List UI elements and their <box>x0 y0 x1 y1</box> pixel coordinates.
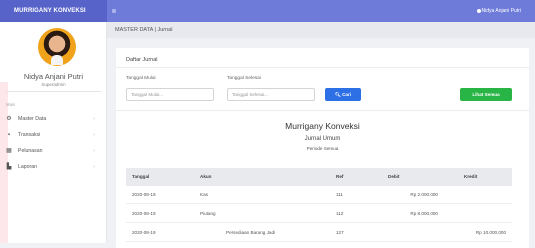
cell-credit: Rp 10.000.000 <box>475 230 506 235</box>
cell-ref: 127 <box>336 230 344 235</box>
divider <box>6 91 101 92</box>
brand-logo[interactable]: MURRIGANY KONVEKSI <box>0 0 107 22</box>
gear-icon: ⚙ <box>6 116 12 122</box>
user-menu[interactable]: Nidya Anjani Putri <box>476 0 521 22</box>
cell-ref: 112 <box>336 211 344 216</box>
profile-name: Nidya Anjani Putri <box>23 72 84 81</box>
avatar <box>38 28 76 66</box>
search-icon: 🔍︎ <box>334 91 343 97</box>
end-date-input[interactable] <box>227 88 315 101</box>
sidebar-item-master-data[interactable]: ⚙ Master Data › <box>6 111 101 127</box>
column-header-ref: Ref <box>336 174 344 179</box>
chevron-right-icon: › <box>93 132 95 138</box>
grid-icon: ▦ <box>6 148 12 154</box>
cell-account: Piutang <box>200 211 216 216</box>
user-icon <box>476 8 481 13</box>
column-header-debit: Debit <box>388 174 400 179</box>
table-header: Tanggal Akun Ref Debit Kredit <box>126 168 512 186</box>
sidebar-menu: ⚙ Master Data › ▪ Transaksi › ▦ Pelunasa… <box>6 111 101 175</box>
sidebar-item-label: Laporan <box>18 164 38 170</box>
top-navbar: MURRIGANY KONVEKSI Nidya Anjani Putri <box>0 0 535 22</box>
sidebar-toggle-icon[interactable] <box>112 9 116 13</box>
report-period: Periode Semua <box>306 146 339 151</box>
sidebar-item-label: Pelunasan <box>18 148 43 154</box>
table-row: 2020-08-19 Persediaan Barang Jadi 127 Rp… <box>126 224 512 242</box>
table-row: 2020-08-19 Piutang 112 Rp 8.000.000 <box>126 205 512 223</box>
end-date-label: Tanggal Selesai <box>227 76 261 81</box>
report-company: Murrigany Konveksi <box>285 121 360 131</box>
briefcase-icon: ▪ <box>7 132 11 138</box>
cell-account: Persediaan Barang Jadi <box>226 230 276 235</box>
divider <box>116 110 529 111</box>
user-menu-name: Nidya Anjani Putri <box>481 8 521 14</box>
chevron-right-icon: › <box>93 148 95 154</box>
sidebar-item-label: Transaksi <box>18 132 41 138</box>
search-button[interactable]: 🔍︎ Cari <box>325 88 361 101</box>
sidebar-section-label: Main <box>6 102 16 107</box>
column-header-tanggal: Tanggal <box>132 174 150 179</box>
search-button-label: Cari <box>342 91 352 97</box>
document-icon: ▙ <box>6 164 12 170</box>
table-row: 2020-08-19 Kas 111 Rp 2.000.000 <box>126 186 512 204</box>
breadcrumb: MASTER DATA | Jurnal <box>107 22 535 38</box>
column-header-akun: Akun <box>200 174 212 179</box>
cell-account: Kas <box>200 192 208 197</box>
profile-role: Superadmin <box>41 82 66 87</box>
cell-date: 2020-08-19 <box>132 211 156 216</box>
divider <box>116 67 529 68</box>
start-date-input[interactable] <box>126 88 214 101</box>
column-header-kredit: Kredit <box>464 174 478 179</box>
chevron-right-icon: › <box>93 116 95 122</box>
sidebar-item-pelunasan[interactable]: ▦ Pelunasan › <box>6 143 101 159</box>
report-title: Jurnal Umum <box>304 136 341 142</box>
start-date-label: Tanggal Mulai <box>126 76 156 81</box>
sidebar-item-label: Master Data <box>18 116 47 122</box>
view-all-button[interactable]: Lihat Semua <box>460 88 512 101</box>
chevron-right-icon: › <box>93 164 95 170</box>
cell-debit: Rp 2.000.000 <box>410 192 438 197</box>
cell-ref: 111 <box>336 192 343 197</box>
sidebar-item-laporan[interactable]: ▙ Laporan › <box>6 159 101 175</box>
sidebar-item-transaksi[interactable]: ▪ Transaksi › <box>6 127 101 143</box>
sidebar: Nidya Anjani Putri Superadmin Main ⚙ Mas… <box>0 22 107 243</box>
cell-date: 2020-08-19 <box>132 230 156 235</box>
journal-card: Daftar Jurnal Tanggal Mulai Tanggal Sele… <box>116 48 529 248</box>
cell-date: 2020-08-19 <box>132 192 156 197</box>
cell-debit: Rp 8.000.000 <box>410 211 438 216</box>
card-title: Daftar Jurnal <box>126 57 158 63</box>
